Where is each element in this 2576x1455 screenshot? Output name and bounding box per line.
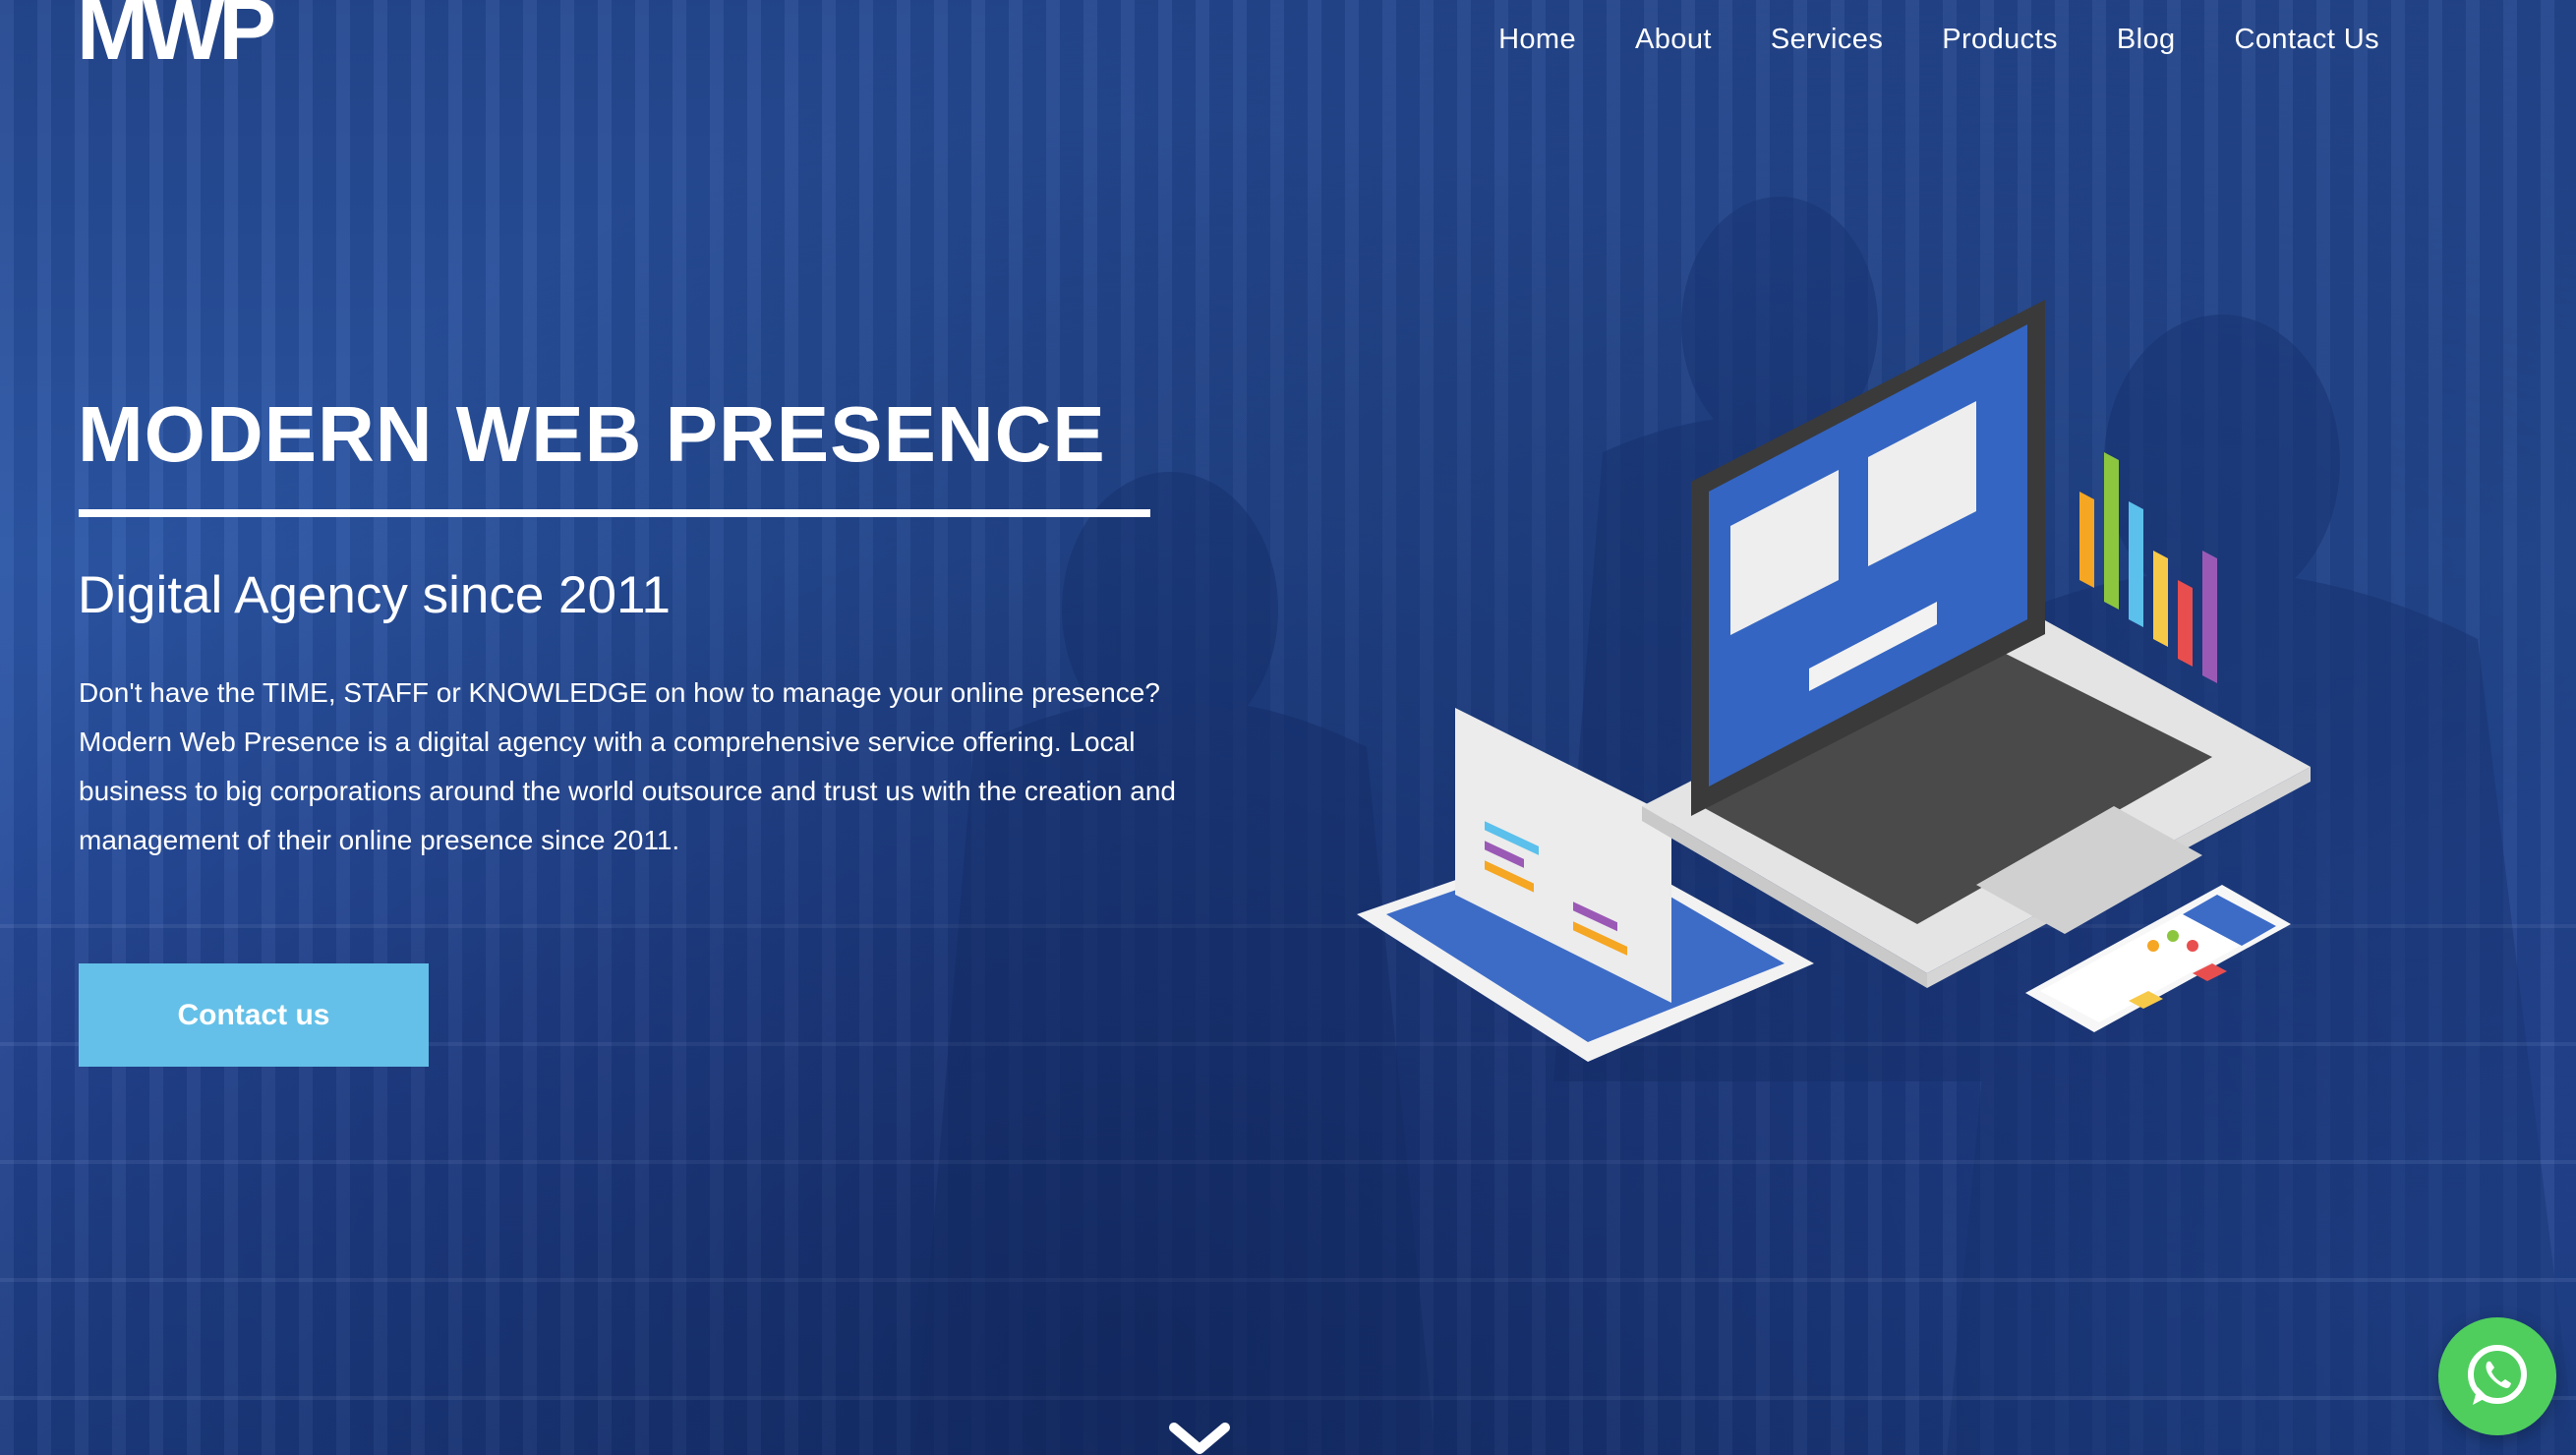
nav-blog[interactable]: Blog <box>2117 24 2176 56</box>
nav-about[interactable]: About <box>1635 24 1712 56</box>
title-underline <box>79 509 1150 517</box>
whatsapp-chat-button[interactable] <box>2438 1317 2556 1435</box>
devices-illustration <box>1357 300 2311 1062</box>
bar-chart-graphic <box>2079 452 2217 683</box>
nav-home[interactable]: Home <box>1498 24 1576 56</box>
whatsapp-icon <box>2468 1345 2527 1405</box>
main-nav: Home About Services Products Blog Contac… <box>1498 24 2379 56</box>
nav-services[interactable]: Services <box>1771 24 1883 56</box>
nav-products[interactable]: Products <box>1942 24 2058 56</box>
hero-title: MODERN WEB PRESENCE <box>78 390 1106 478</box>
contact-us-button[interactable]: Contact us <box>79 963 429 1067</box>
chevron-down-icon[interactable] <box>1168 1422 1231 1455</box>
hero-section: MWP Home About Services Products Blog Co… <box>0 0 2576 1455</box>
hero-subtitle: Digital Agency since 2011 <box>78 566 672 624</box>
hero-description: Don't have the TIME, STAFF or KNOWLEDGE … <box>79 677 1176 855</box>
nav-contact-us[interactable]: Contact Us <box>2235 24 2379 56</box>
mwp-logo[interactable]: MWP <box>77 0 298 73</box>
logo-wordmark: MWP <box>77 0 273 73</box>
